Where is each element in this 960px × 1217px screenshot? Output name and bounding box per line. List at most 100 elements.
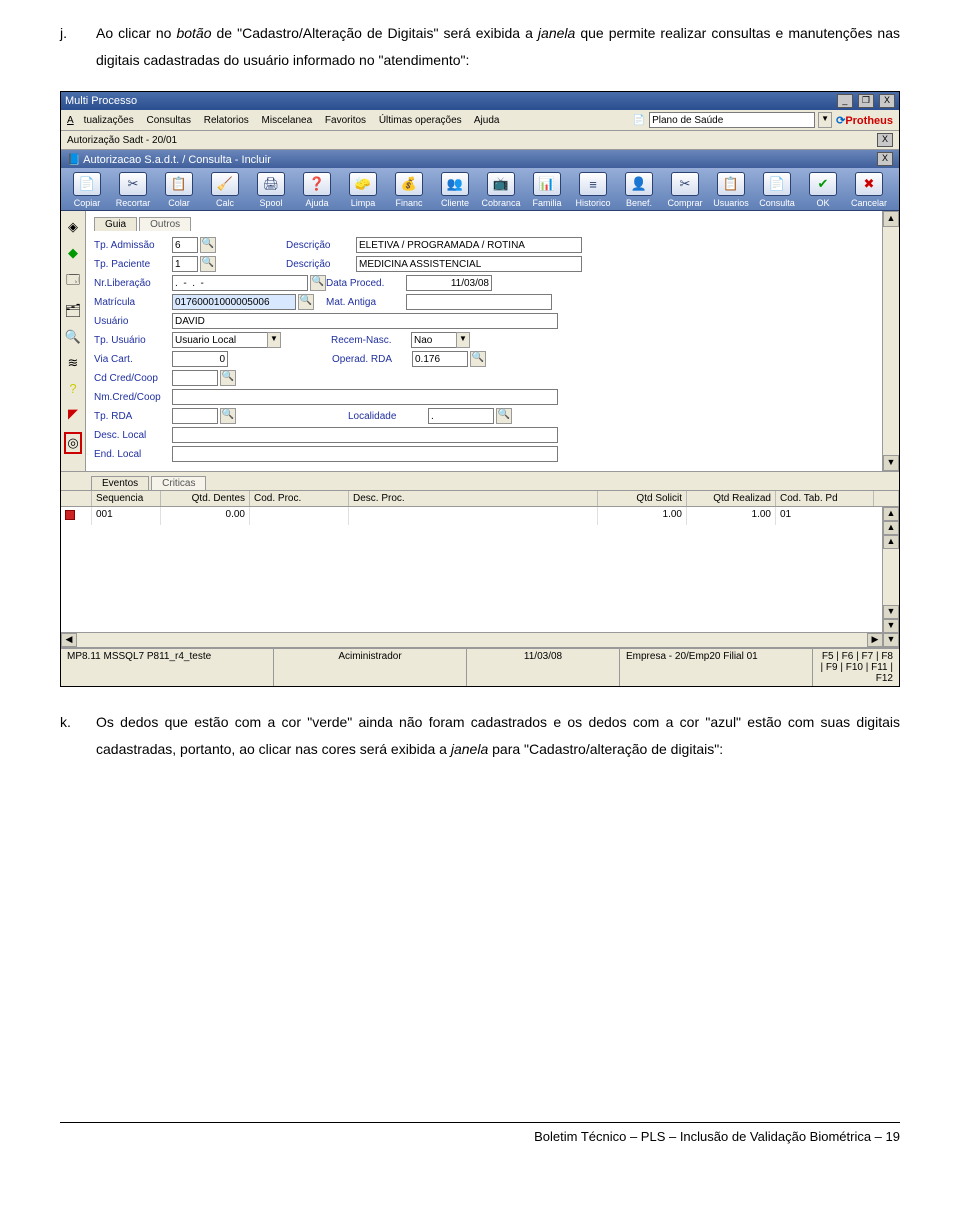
scroll-up-icon[interactable]: ▲ <box>883 535 899 549</box>
lookup-icon[interactable]: 🔍 <box>220 408 236 424</box>
lookup-icon[interactable]: 🔍 <box>220 370 236 386</box>
minimize-icon[interactable]: _ <box>837 94 853 108</box>
combo-plano[interactable] <box>649 112 815 128</box>
menu-ajuda[interactable]: Ajuda <box>474 115 500 126</box>
close-icon[interactable]: X <box>879 94 895 108</box>
side-icon-6[interactable]: ≋ <box>68 355 79 371</box>
col-cod-proc[interactable]: Cod. Proc. <box>250 491 349 506</box>
side-icon-2[interactable]: ◆ <box>68 245 78 261</box>
menu-favoritos[interactable]: Favoritos <box>325 115 366 126</box>
field-tp-admissao[interactable] <box>172 237 198 253</box>
field-recem-nasc[interactable] <box>411 332 457 348</box>
toolbar-recortar[interactable]: ✂Recortar <box>113 172 153 208</box>
field-desc-local[interactable] <box>172 427 558 443</box>
toolbar-comprar[interactable]: ✂Comprar <box>665 172 705 208</box>
field-tp-paciente[interactable] <box>172 256 198 272</box>
field-mat-antiga[interactable] <box>406 294 552 310</box>
field-descricao2[interactable] <box>356 256 582 272</box>
toolbar-calc[interactable]: 🧹Calc <box>205 172 245 208</box>
toolbar-familia[interactable]: 📊Familia <box>527 172 567 208</box>
lookup-icon[interactable]: 🔍 <box>200 237 216 253</box>
toolbar-usuarios[interactable]: 📋Usuarios <box>711 172 751 208</box>
lookup-icon[interactable]: 🔍 <box>298 294 314 310</box>
field-descricao1[interactable] <box>356 237 582 253</box>
field-tp-usuario[interactable] <box>172 332 268 348</box>
side-icon-biometria-highlighted[interactable]: ◎ <box>64 432 81 454</box>
lookup-icon[interactable]: 🔍 <box>496 408 512 424</box>
field-cd-cred[interactable] <box>172 370 218 386</box>
maximize-icon[interactable]: ❐ <box>858 94 874 108</box>
field-operad-rda[interactable] <box>412 351 468 367</box>
combo-dropdown-icon[interactable]: ▼ <box>818 112 832 128</box>
scroll-right-icon[interactable]: ▶ <box>867 633 883 647</box>
dropdown-icon[interactable]: ▼ <box>456 332 470 348</box>
form-scrollbar[interactable]: ▲ ▼ <box>882 211 899 471</box>
menu-atualizacoes[interactable]: Atualizações <box>67 115 134 126</box>
window-controls[interactable]: _ ❐ X <box>835 94 895 108</box>
field-localidade[interactable] <box>428 408 494 424</box>
col-qtd-solicit[interactable]: Qtd Solicit <box>598 491 687 506</box>
tab-outros[interactable]: Outros <box>139 217 191 231</box>
field-matricula[interactable] <box>172 294 296 310</box>
tab-guia[interactable]: Guia <box>94 217 137 231</box>
grid-vscroll[interactable]: ▲▲▲ ▼▼▼ <box>882 507 899 647</box>
doc-icon[interactable]: 📄 <box>633 115 645 126</box>
lookup-icon[interactable]: 🔍 <box>310 275 326 291</box>
dropdown-icon[interactable]: ▼ <box>267 332 281 348</box>
side-icon-5[interactable]: 🔍 <box>65 329 81 345</box>
italic-botao: botão <box>176 25 211 41</box>
subtitle-close-icon[interactable]: X <box>877 133 893 147</box>
italic-janela-2: janela <box>451 741 488 757</box>
col-desc-proc[interactable]: Desc. Proc. <box>349 491 598 506</box>
inner-close-icon[interactable]: X <box>877 152 893 166</box>
field-data-proced[interactable] <box>406 275 492 291</box>
toolbar-copiar[interactable]: 📄Copiar <box>67 172 107 208</box>
toolbar-limpa[interactable]: 🧽Limpa <box>343 172 383 208</box>
toolbar-consulta[interactable]: 📄Consulta <box>757 172 797 208</box>
toolbar-historico[interactable]: ≡Historico <box>573 172 613 208</box>
toolbar-colar[interactable]: 📋Colar <box>159 172 199 208</box>
toolbar-financ[interactable]: 💰Financ <box>389 172 429 208</box>
field-tp-rda[interactable] <box>172 408 218 424</box>
col-qtd-realizad[interactable]: Qtd Realizad <box>687 491 776 506</box>
field-end-local[interactable] <box>172 446 558 462</box>
field-nr-liberacao[interactable] <box>172 275 308 291</box>
scroll-up-icon[interactable]: ▲ <box>883 507 899 521</box>
lookup-icon[interactable]: 🔍 <box>200 256 216 272</box>
menu-consultas[interactable]: Consultas <box>146 115 190 126</box>
menu-ultimas[interactable]: Últimas operações <box>379 115 462 126</box>
field-usuario[interactable] <box>172 313 558 329</box>
toolbar-cobranca[interactable]: 📺Cobranca <box>481 172 521 208</box>
field-via-cart[interactable] <box>172 351 228 367</box>
side-icon-3[interactable]: 🗔 <box>66 271 80 293</box>
side-icon-8[interactable]: ◤ <box>68 406 78 422</box>
scroll-down-icon[interactable]: ▼ <box>883 619 899 633</box>
field-nm-cred[interactable] <box>172 389 558 405</box>
toolbar-ajuda[interactable]: ❓Ajuda <box>297 172 337 208</box>
scroll-up-icon[interactable]: ▲ <box>883 521 899 535</box>
col-sequencia[interactable]: Sequencia <box>92 491 161 506</box>
list-marker-j: j. <box>60 20 78 73</box>
tab-eventos[interactable]: Eventos <box>91 476 149 490</box>
lookup-icon[interactable]: 🔍 <box>470 351 486 367</box>
menu-relatorios[interactable]: Relatorios <box>204 115 249 126</box>
side-icon-7[interactable]: ? <box>69 381 76 396</box>
toolbar-cancelar[interactable]: ✖Cancelar <box>849 172 889 208</box>
scroll-left-icon[interactable]: ◀ <box>61 633 77 647</box>
scroll-down-icon[interactable]: ▼ <box>883 455 899 471</box>
scroll-up-icon[interactable]: ▲ <box>883 211 899 227</box>
side-icon-4[interactable]: 🗂 <box>65 303 82 319</box>
toolbar-ok[interactable]: ✔OK <box>803 172 843 208</box>
col-qtd-dentes[interactable]: Qtd. Dentes <box>161 491 250 506</box>
table-row[interactable]: 001 0.00 1.00 1.00 01 <box>61 507 899 525</box>
col-cod-tab[interactable]: Cod. Tab. Pd <box>776 491 874 506</box>
toolbar-benef[interactable]: 👤Benef. <box>619 172 659 208</box>
scroll-down-icon[interactable]: ▼ <box>883 633 899 647</box>
toolbar-cliente[interactable]: 👥Cliente <box>435 172 475 208</box>
tab-criticas[interactable]: Criticas <box>151 476 206 490</box>
side-icon-1[interactable]: ◈ <box>68 219 78 235</box>
menu-miscelanea[interactable]: Miscelanea <box>262 115 313 126</box>
scroll-down-icon[interactable]: ▼ <box>883 605 899 619</box>
toolbar-spool[interactable]: 🖨Spool <box>251 172 291 208</box>
grid-hscroll[interactable]: ◀ ▶ <box>61 632 883 647</box>
